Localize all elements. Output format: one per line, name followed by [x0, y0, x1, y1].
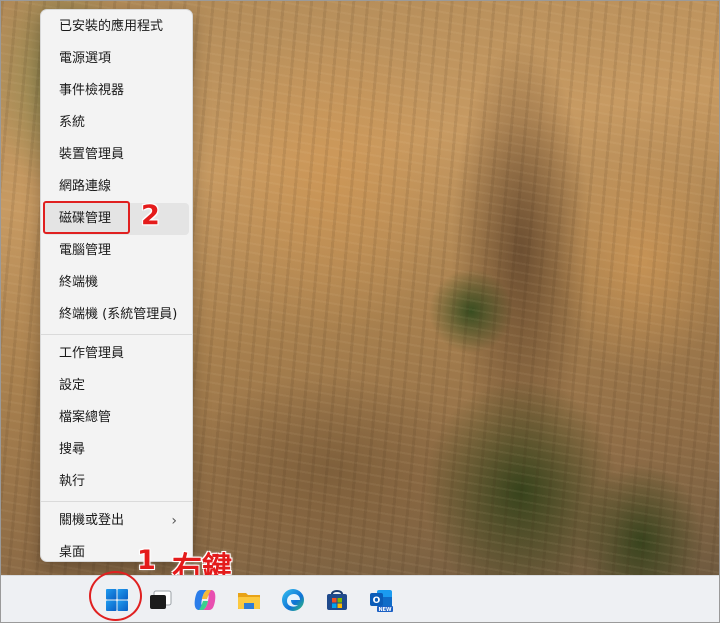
highlight-circle-start	[89, 571, 142, 621]
outlook-new-badge: NEW	[378, 607, 392, 613]
menu-item-device-manager[interactable]: 裝置管理員	[44, 139, 189, 171]
menu-item-power-options[interactable]: 電源選項	[44, 43, 189, 75]
menu-divider	[41, 334, 192, 335]
menu-item-event-viewer[interactable]: 事件檢視器	[44, 75, 189, 107]
menu-divider	[41, 501, 192, 502]
outlook-new-icon[interactable]: O NEW	[368, 587, 394, 613]
task-view-icon[interactable]	[148, 587, 174, 613]
step-1-label: 1	[137, 545, 156, 576]
menu-item-label: 關機或登出	[59, 513, 125, 528]
menu-item-shutdown-signout[interactable]: 關機或登出 ›	[44, 505, 189, 537]
step-2-label: 2	[141, 200, 160, 231]
edge-icon[interactable]	[280, 587, 306, 613]
file-explorer-icon[interactable]	[236, 587, 262, 613]
menu-item-search[interactable]: 搜尋	[44, 434, 189, 466]
menu-item-settings[interactable]: 設定	[44, 370, 189, 402]
copilot-icon[interactable]	[192, 587, 218, 613]
menu-item-network-connections[interactable]: 網路連線	[44, 171, 189, 203]
menu-item-task-manager[interactable]: 工作管理員	[44, 338, 189, 370]
menu-item-system[interactable]: 系統	[44, 107, 189, 139]
microsoft-store-icon[interactable]	[324, 587, 350, 613]
winx-context-menu: 已安裝的應用程式 電源選項 事件檢視器 系統 裝置管理員 網路連線 磁碟管理 電…	[40, 9, 193, 562]
menu-item-terminal[interactable]: 終端機	[44, 267, 189, 299]
highlight-box-disk-management	[43, 201, 130, 234]
menu-item-run[interactable]: 執行	[44, 466, 189, 498]
menu-item-desktop[interactable]: 桌面	[44, 537, 189, 569]
menu-item-computer-management[interactable]: 電腦管理	[44, 235, 189, 267]
chevron-right-icon: ›	[171, 513, 177, 529]
menu-item-installed-apps[interactable]: 已安裝的應用程式	[44, 11, 189, 43]
svg-text:O: O	[373, 596, 381, 606]
menu-item-terminal-admin[interactable]: 終端機 (系統管理員)	[44, 299, 189, 331]
menu-item-file-explorer[interactable]: 檔案總管	[44, 402, 189, 434]
